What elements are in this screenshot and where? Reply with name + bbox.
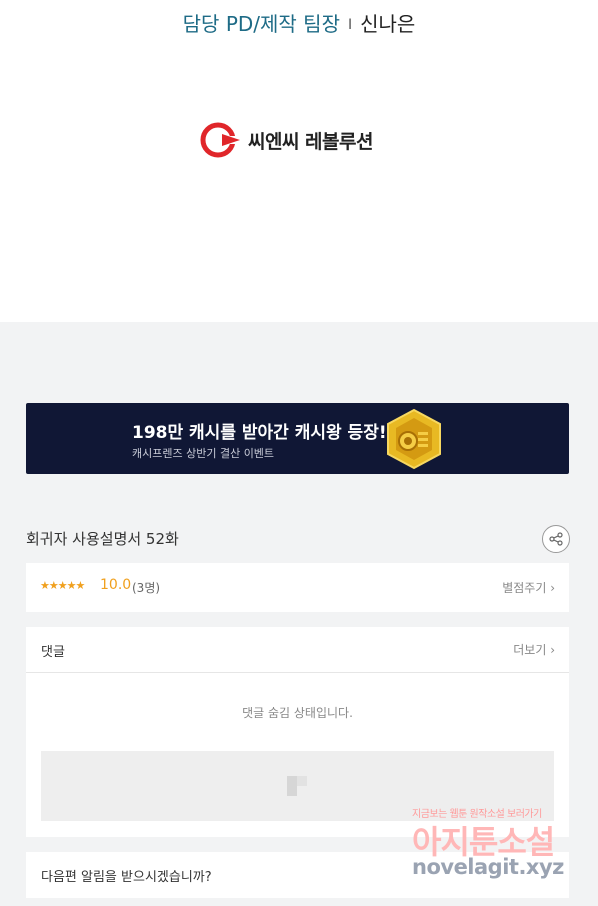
rating-count: (3명) [132, 581, 161, 595]
star-rating-icon: ★★★★★ [40, 579, 85, 592]
watermark: 지금보는 웹툰 원작소설 보러가기 아지툰소설 novelagit.xyz [410, 805, 580, 890]
cnc-logo-icon [200, 122, 242, 158]
credit-name: 신나은 [360, 12, 416, 36]
banner-subtitle: 캐시프렌즈 상반기 결산 이벤트 [132, 447, 275, 460]
episode-title: 회귀자 사용설명서 52화 [26, 530, 179, 548]
event-banner[interactable]: 198만 캐시를 받아간 캐시왕 등장! 캐시프렌즈 상반기 결산 이벤트 [26, 403, 569, 474]
notify-question: 다음편 알림을 받으시겠습니까? [41, 870, 212, 885]
coin-icon [387, 408, 441, 470]
publisher-logo: 씨엔씨 레볼루션 [200, 122, 373, 158]
share-icon [549, 532, 563, 546]
publisher-name: 씨엔씨 레볼루션 [248, 130, 373, 153]
banner-title: 198만 캐시를 받아간 캐시왕 등장! [132, 423, 387, 443]
image-placeholder-icon [287, 776, 307, 796]
credit-role: 담당 PD/제작 팀장 [182, 12, 340, 36]
rating-card: ★★★★★ 10.0 (3명) 별점주기 › [26, 563, 569, 612]
rating-score: 10.0 [100, 577, 132, 593]
watermark-url: novelagit.xyz [412, 855, 564, 879]
comments-title: 댓글 [41, 645, 65, 660]
credit-separator: I [347, 17, 353, 33]
rate-button[interactable]: 별점주기 › [502, 579, 555, 596]
comments-header: 댓글 더보기 › [26, 627, 569, 673]
share-button[interactable] [542, 525, 570, 553]
comments-more-button[interactable]: 더보기 › [513, 641, 555, 658]
comments-hidden-message: 댓글 숨김 상태입니다. [242, 706, 353, 720]
staff-credit: 담당 PD/제작 팀장 I 신나은 [0, 8, 598, 37]
webtoon-content-end: 담당 PD/제작 팀장 I 신나은 씨엔씨 레볼루션 [0, 0, 598, 322]
